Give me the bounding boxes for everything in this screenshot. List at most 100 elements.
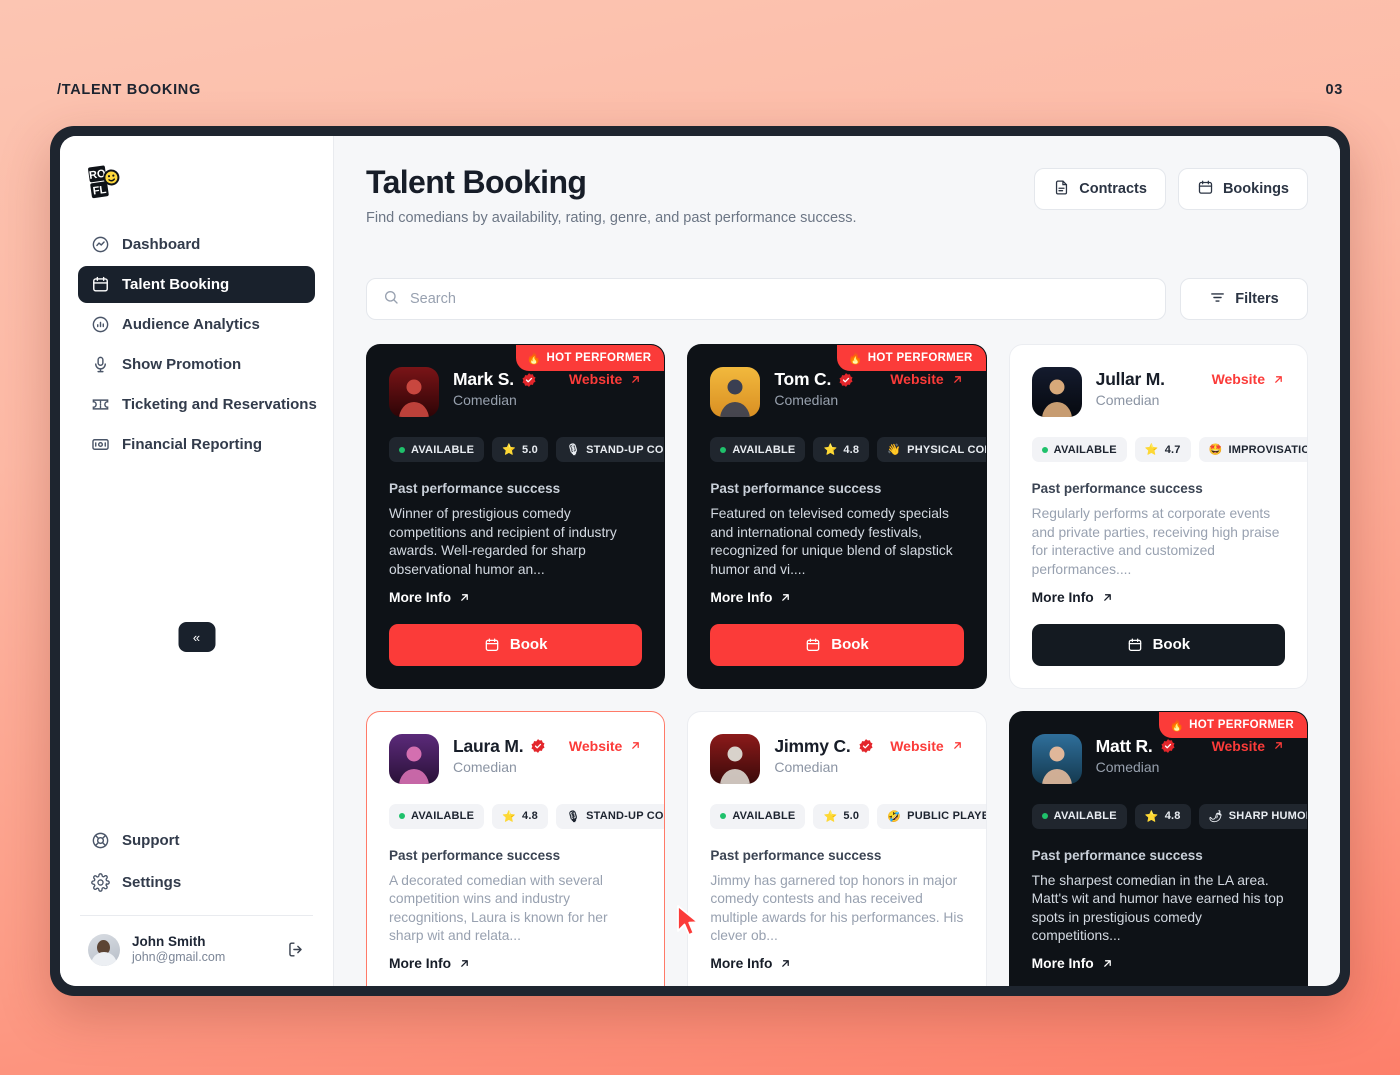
sidebar-item-dashboard[interactable]: Dashboard <box>78 226 315 263</box>
sidebar-item-audience-analytics[interactable]: Audience Analytics <box>78 306 315 343</box>
rating-value: 4.7 <box>1164 443 1181 456</box>
user-name: John Smith <box>132 933 206 949</box>
book-button[interactable]: Book <box>389 623 643 666</box>
more-info-link[interactable]: More Info <box>710 956 792 971</box>
star-icon: ⭐ <box>502 444 517 456</box>
more-info-link[interactable]: More Info <box>710 590 792 605</box>
star-icon: ⭐ <box>823 444 838 456</box>
rating-tag: ⭐ 4.8 <box>492 803 548 829</box>
availability-tag: AVAILABLE <box>710 803 806 829</box>
talent-card[interactable]: 🔥 HOT PERFORMER Tom C. Comedian Website <box>687 344 987 689</box>
arrow-up-right-icon <box>953 742 961 749</box>
verified-badge-icon <box>522 372 536 387</box>
verified-badge-icon <box>859 739 873 753</box>
genre-tag: 🌶 SHARP HUMOR <box>1198 803 1308 829</box>
genre-label: PUBLIC PLAYER <box>907 810 985 822</box>
breadcrumb: /TALENT BOOKING <box>57 82 201 98</box>
genre-tag: 🤩 IMPROVISATION <box>1198 437 1307 462</box>
sidebar: RO FL Dashboard Talent Booking Audience … <box>60 136 334 986</box>
arrow-up-right-icon <box>1275 742 1282 749</box>
sidebar-item-settings[interactable]: Settings <box>78 864 315 901</box>
genre-label: STAND-UP COMEDY <box>586 443 664 456</box>
sidebar-item-financial-reporting[interactable]: Financial Reporting <box>78 426 315 463</box>
past-performance-label: Past performance success <box>1031 481 1203 496</box>
page-header: Talent Booking Find comedians by availab… <box>366 164 1308 226</box>
user-meta: John Smith john@gmail.com <box>132 934 225 967</box>
talent-identity: Matt R. Comedian <box>1096 734 1176 775</box>
lifebuoy-icon <box>90 830 110 850</box>
availability-tag: AVAILABLE <box>1031 437 1127 462</box>
search-toolbar: Search Filters <box>366 252 1308 320</box>
ticket-icon <box>90 395 110 415</box>
sidebar-nav: Dashboard Talent Booking Audience Analyt… <box>78 226 317 463</box>
logout-icon[interactable] <box>286 940 305 959</box>
arrow-up-right-icon <box>782 960 790 967</box>
availability-tag: AVAILABLE <box>1031 803 1127 829</box>
main-content: Talent Booking Find comedians by availab… <box>334 136 1340 986</box>
user-profile[interactable]: John Smith john@gmail.com <box>78 916 315 973</box>
past-performance-label: Past performance success <box>389 481 561 496</box>
talent-avatar <box>710 367 761 417</box>
verified-badge-icon <box>839 372 853 387</box>
book-button[interactable]: Book <box>1031 623 1285 666</box>
sidebar-collapse-button[interactable]: « <box>178 622 215 652</box>
sidebar-item-ticketing-and-reservations[interactable]: Ticketing and Reservations <box>78 386 317 423</box>
more-info-link[interactable]: More Info <box>389 956 471 971</box>
sidebar-item-label: Financial Reporting <box>122 436 263 453</box>
website-label: Website <box>568 371 623 387</box>
website-label: Website <box>1211 737 1265 754</box>
more-info-label: More Info <box>710 589 773 605</box>
talent-name: Laura M. <box>453 736 546 757</box>
user-email: john@gmail.com <box>132 950 226 965</box>
rating-value: 4.8 <box>843 443 860 456</box>
sidebar-item-label: Show Promotion <box>122 356 242 373</box>
website-link[interactable]: Website <box>569 734 642 754</box>
genre-label: STAND-UP COMEDY <box>586 810 664 822</box>
talent-tags: AVAILABLE ⭐ 4.7 🤩 IMPROVISATION <box>1031 437 1307 462</box>
talent-description: Regularly performs at corporate events a… <box>1031 506 1280 577</box>
talent-role: Comedian <box>453 758 517 775</box>
search-icon <box>383 289 399 309</box>
talent-description: The sharpest comedian in the LA area. Ma… <box>1031 872 1284 944</box>
activity-circle-icon <box>90 235 110 255</box>
book-label: Book <box>831 636 869 653</box>
more-info-label: More Info <box>1031 956 1094 971</box>
talent-card[interactable]: Jullar M. Comedian Website AVAILABLE ⭐ 4.… <box>1008 344 1308 689</box>
talent-card[interactable]: 🔥 HOT PERFORMER Matt R. Comedian Website <box>1008 710 1308 986</box>
genre-tag: 🎙 STAND-UP COMEDY <box>555 803 665 829</box>
search-input[interactable]: Search <box>366 278 1166 320</box>
more-info-link[interactable]: More Info <box>1032 590 1114 605</box>
sidebar-item-support[interactable]: Support <box>78 822 315 859</box>
more-info-label: More Info <box>389 589 452 605</box>
talent-description: Jimmy has garnered top honors in major c… <box>710 872 964 944</box>
arrow-up-right-icon <box>1275 375 1282 383</box>
talent-card[interactable]: Laura M. Comedian Website AVAILABLE ⭐ 4.8… <box>366 710 666 986</box>
sidebar-item-show-promotion[interactable]: Show Promotion <box>78 346 315 383</box>
talent-card-header: Jullar M. Comedian Website <box>1031 367 1285 417</box>
bookings-button[interactable]: Bookings <box>1177 168 1308 210</box>
status-dot-icon <box>720 446 727 453</box>
talent-role: Comedian <box>1095 758 1160 775</box>
genre-label: SHARP HUMOR <box>1228 810 1308 822</box>
availability-label: AVAILABLE <box>1053 443 1117 456</box>
website-link[interactable]: Website <box>890 734 963 754</box>
website-link[interactable]: Website <box>1212 367 1285 387</box>
book-button[interactable]: Book <box>710 623 964 666</box>
more-info-link[interactable]: More Info <box>1032 956 1114 971</box>
sidebar-item-talent-booking[interactable]: Talent Booking <box>78 266 315 303</box>
status-dot-icon <box>720 813 727 819</box>
website-label: Website <box>890 737 944 754</box>
contracts-button[interactable]: Contracts <box>1034 168 1166 210</box>
page-meta: /TALENT BOOKING 03 <box>57 82 1343 98</box>
talent-description: Featured on televised comedy specials an… <box>710 506 953 577</box>
talent-role: Comedian <box>774 758 839 775</box>
more-info-link[interactable]: More Info <box>389 590 471 605</box>
past-performance-label: Past performance success <box>710 481 882 496</box>
talent-avatar <box>1031 367 1082 417</box>
talent-identity: Jimmy C. Comedian <box>774 734 873 775</box>
star-icon: ⭐ <box>1144 810 1159 823</box>
talent-card[interactable]: 🔥 HOT PERFORMER Mark S. Comedian Website <box>366 344 666 689</box>
talent-card[interactable]: Jimmy C. Comedian Website AVAILABLE ⭐ 5.0… <box>687 710 987 986</box>
hot-performer-badge: 🔥 HOT PERFORMER <box>515 345 665 371</box>
filters-button[interactable]: Filters <box>1180 278 1308 320</box>
